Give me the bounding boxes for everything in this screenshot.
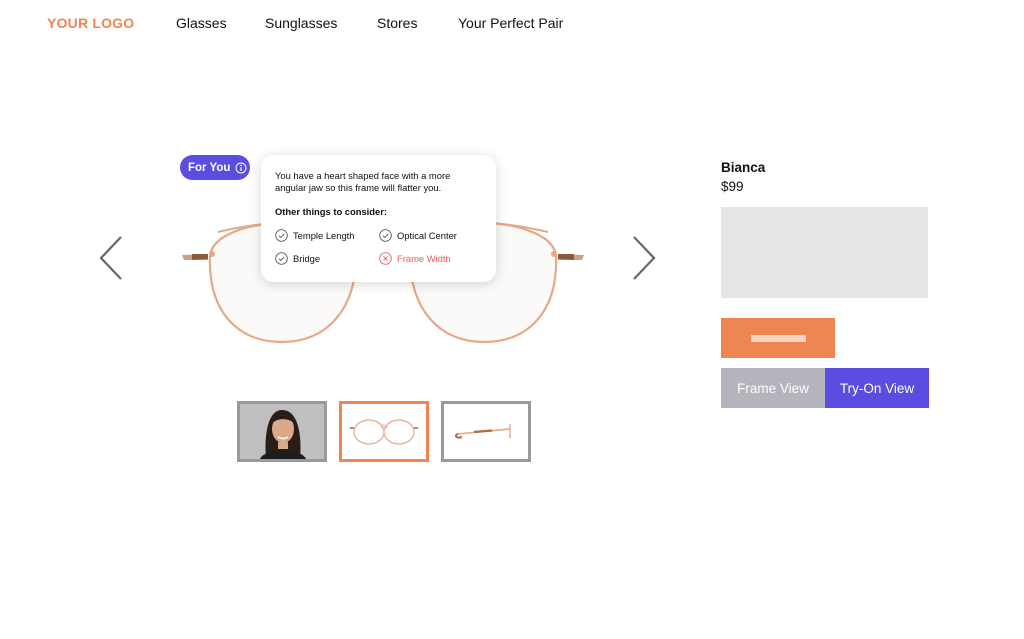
- fit-tooltip: You have a heart shaped face with a more…: [261, 155, 496, 282]
- add-to-cart-button[interactable]: [721, 318, 835, 358]
- chevron-left-icon[interactable]: [97, 234, 127, 282]
- check-circle-icon: [275, 229, 288, 242]
- image-placeholder: [721, 207, 928, 298]
- thumbnail-side-view[interactable]: [441, 401, 531, 462]
- consider-label: Bridge: [293, 253, 321, 264]
- consider-heading: Other things to consider:: [275, 206, 387, 217]
- info-icon[interactable]: [235, 162, 247, 174]
- product-price: $99: [721, 179, 744, 194]
- thumbnail-model-photo[interactable]: [237, 401, 327, 462]
- logo[interactable]: YOUR LOGO: [47, 15, 134, 31]
- consider-label: Temple Length: [293, 230, 355, 241]
- product-name: Bianca: [721, 160, 766, 175]
- for-you-badge[interactable]: For You: [180, 155, 250, 180]
- nav-sunglasses[interactable]: Sunglasses: [265, 15, 337, 31]
- consider-item-bridge: Bridge: [275, 252, 320, 265]
- nav-glasses[interactable]: Glasses: [176, 15, 227, 31]
- fit-message: You have a heart shaped face with a more…: [275, 170, 451, 193]
- consider-item-optical-center: Optical Center: [379, 229, 457, 242]
- check-circle-icon: [379, 229, 392, 242]
- consider-label: Optical Center: [397, 230, 457, 241]
- nav-your-perfect-pair[interactable]: Your Perfect Pair: [458, 15, 563, 31]
- nav-stores[interactable]: Stores: [377, 15, 417, 31]
- chevron-right-icon[interactable]: [628, 234, 658, 282]
- consider-item-temple-length: Temple Length: [275, 229, 355, 242]
- consider-item-frame-width: Frame Width: [379, 252, 451, 265]
- for-you-label: For You: [188, 161, 231, 174]
- consider-label: Frame Width: [397, 253, 451, 264]
- check-circle-icon: [275, 252, 288, 265]
- try-on-view-button[interactable]: Try-On View: [825, 368, 929, 408]
- x-circle-icon: [379, 252, 392, 265]
- thumbnail-front-view[interactable]: [339, 401, 429, 462]
- frame-view-button[interactable]: Frame View: [721, 368, 825, 408]
- button-label-placeholder: [751, 335, 806, 342]
